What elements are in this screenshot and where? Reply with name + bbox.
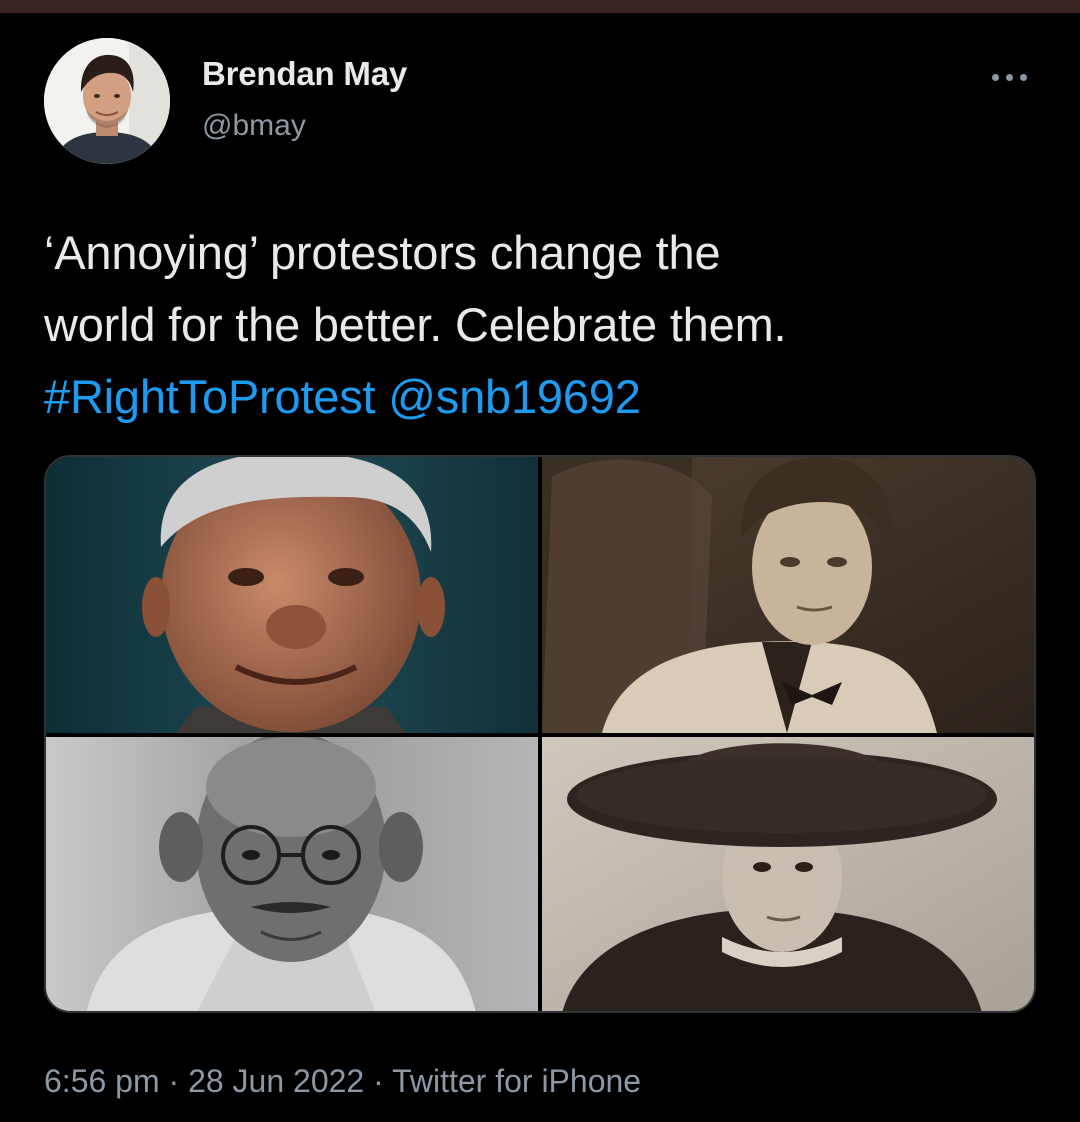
- portrait-woman-hat-image: [542, 737, 1034, 1011]
- photo-top-left[interactable]: [46, 457, 538, 733]
- photo-top-right[interactable]: [542, 457, 1034, 733]
- tweet-text: ‘Annoying’ protestors change the world f…: [44, 217, 1044, 433]
- avatar[interactable]: [44, 38, 170, 164]
- portrait-bw-man-glasses-image: [46, 737, 538, 1011]
- tweet-text-line: ‘Annoying’ protestors change the: [44, 226, 721, 279]
- more-dots-icon: [991, 73, 999, 81]
- photo-bottom-left[interactable]: [46, 737, 538, 1011]
- top-strip: [0, 0, 1080, 13]
- mention-link[interactable]: @snb19692: [388, 370, 641, 423]
- portrait-sepia-woman-image: [542, 457, 1034, 733]
- tweet-time[interactable]: 6:56 pm: [44, 1063, 160, 1099]
- tweet-links-line: #RightToProtest @snb19692: [44, 361, 1044, 433]
- photo-bottom-right[interactable]: [542, 737, 1034, 1011]
- tweet-date[interactable]: 28 Jun 2022: [188, 1063, 364, 1099]
- tweet-source[interactable]: Twitter for iPhone: [392, 1063, 641, 1099]
- tweet-text-line: world for the better. Celebrate them.: [44, 298, 787, 351]
- hashtag-link[interactable]: #RightToProtest: [44, 370, 376, 423]
- author-display-name[interactable]: Brendan May: [202, 55, 407, 93]
- meta-separator: ·: [159, 1063, 189, 1099]
- portrait-smiling-man-image: [46, 457, 538, 733]
- author-handle[interactable]: @bmay: [202, 109, 306, 143]
- tweet: Brendan May @bmay ‘Annoying’ protestors …: [0, 13, 1080, 1122]
- tweet-metadata: 6:56 pm · 28 Jun 2022 · Twitter for iPho…: [44, 1063, 641, 1100]
- media-grid: [44, 455, 1036, 1013]
- more-options-button[interactable]: [984, 67, 1034, 87]
- meta-separator: ·: [364, 1063, 393, 1099]
- more-dots-icon: [1019, 73, 1027, 81]
- more-dots-icon: [1005, 73, 1013, 81]
- avatar-photo-icon: [44, 38, 170, 164]
